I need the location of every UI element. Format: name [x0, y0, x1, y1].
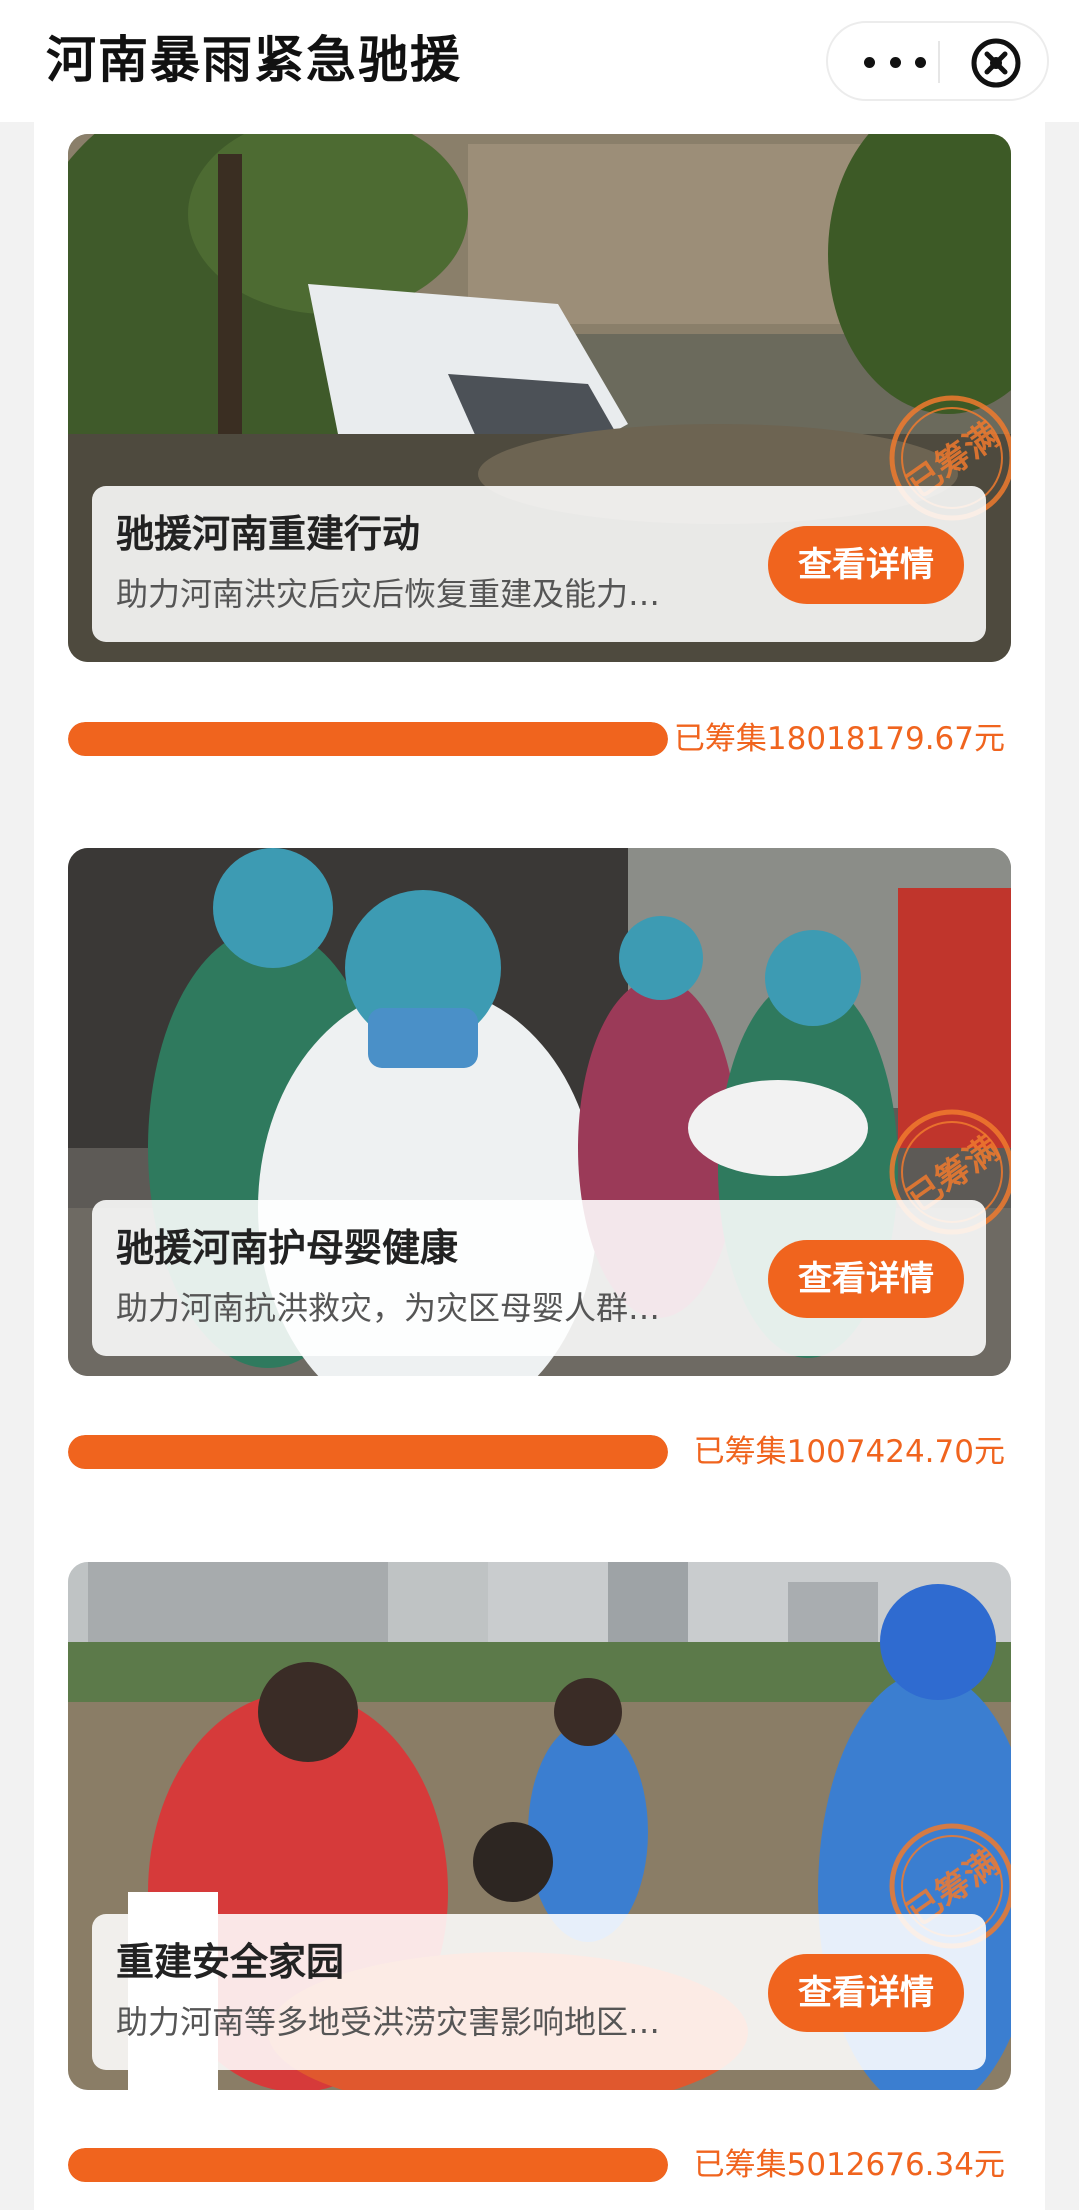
- project-title: 重建安全家园: [116, 1940, 345, 1984]
- amount-raised-label: 已筹集5012676.34元: [693, 2147, 1005, 2183]
- capsule-divider: [938, 41, 940, 83]
- view-details-button[interactable]: 查看详情: [768, 1954, 964, 2032]
- project-title: 驰援河南重建行动: [116, 512, 421, 556]
- project-description: 助力河南洪灾后灾后恢复重建及能力…: [116, 575, 661, 613]
- project-description: 助力河南抗洪救灾，为灾区母婴人群…: [116, 1289, 661, 1327]
- project-list: 已筹满 驰援河南重建行动 助力河南洪灾后灾后恢复重建及能力… 查看详情 已筹集1…: [34, 122, 1045, 2210]
- project-info-panel: 重建安全家园 助力河南等多地受洪涝灾害影响地区… 查看详情: [92, 1914, 986, 2070]
- fundraising-progress-bar: [68, 2148, 668, 2182]
- progress-fill: [68, 722, 668, 756]
- miniprogram-capsule: [826, 21, 1049, 101]
- project-card[interactable]: 已筹满 重建安全家园 助力河南等多地受洪涝灾害影响地区… 查看详情: [68, 1562, 1011, 2090]
- view-details-button[interactable]: 查看详情: [768, 526, 964, 604]
- page-title: 河南暴雨紧急驰援: [46, 31, 462, 89]
- project-description: 助力河南等多地受洪涝灾害影响地区…: [116, 2003, 661, 2041]
- view-details-button[interactable]: 查看详情: [768, 1240, 964, 1318]
- fundraising-progress-bar: [68, 722, 668, 756]
- amount-raised-label: 已筹集18018179.67元: [673, 721, 1005, 757]
- project-info-panel: 驰援河南重建行动 助力河南洪灾后灾后恢复重建及能力… 查看详情: [92, 486, 986, 642]
- progress-fill: [68, 2148, 668, 2182]
- progress-fill: [68, 1435, 668, 1469]
- more-dots-icon[interactable]: [864, 43, 926, 81]
- amount-raised-label: 已筹集1007424.70元: [693, 1434, 1005, 1470]
- close-circle-icon[interactable]: [970, 37, 1022, 89]
- fundraising-progress-bar: [68, 1435, 668, 1469]
- project-info-panel: 驰援河南护母婴健康 助力河南抗洪救灾，为灾区母婴人群… 查看详情: [92, 1200, 986, 1356]
- project-title: 驰援河南护母婴健康: [116, 1226, 459, 1270]
- project-card[interactable]: 已筹满 驰援河南护母婴健康 助力河南抗洪救灾，为灾区母婴人群… 查看详情: [68, 848, 1011, 1376]
- nav-bar: 河南暴雨紧急驰援: [0, 0, 1079, 122]
- project-card[interactable]: 已筹满 驰援河南重建行动 助力河南洪灾后灾后恢复重建及能力… 查看详情: [68, 134, 1011, 662]
